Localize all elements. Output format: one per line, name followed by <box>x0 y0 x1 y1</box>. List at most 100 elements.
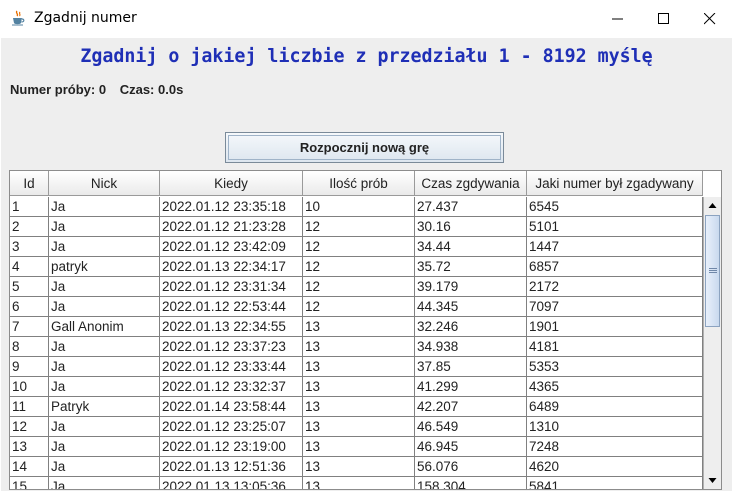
cell-time[interactable]: 46.945 <box>415 437 527 457</box>
cell-time[interactable]: 35.72 <box>415 257 527 277</box>
table-row[interactable]: 7 Gall Anonim 2022.01.13 22:34:55 13 32.246 1… <box>10 317 703 337</box>
cell-id[interactable]: 15 <box>10 477 49 489</box>
table-row[interactable]: 6 Ja 2022.01.12 22:53:44 12 44.345 7097 <box>10 297 703 317</box>
cell-id[interactable]: 10 <box>10 377 49 397</box>
table-row[interactable]: 3 Ja 2022.01.12 23:42:09 12 34.44 1447 <box>10 237 703 257</box>
cell-time[interactable]: 34.44 <box>415 237 527 257</box>
cell-attempts[interactable]: 13 <box>303 437 415 457</box>
cell-nick[interactable]: Ja <box>49 417 160 437</box>
vertical-scrollbar[interactable] <box>703 197 721 489</box>
cell-date[interactable]: 2022.01.12 23:37:23 <box>160 337 303 357</box>
cell-time[interactable]: 158.304 <box>415 477 527 489</box>
cell-time[interactable]: 44.345 <box>415 297 527 317</box>
cell-date[interactable]: 2022.01.13 12:51:36 <box>160 457 303 477</box>
close-button[interactable] <box>687 0 733 38</box>
cell-number[interactable]: 7248 <box>527 437 703 457</box>
column-header-ilosc-prob[interactable]: Ilość prób <box>303 171 415 196</box>
cell-date[interactable]: 2022.01.13 13:05:36 <box>160 477 303 489</box>
table-row[interactable]: 12 Ja 2022.01.12 23:25:07 13 46.549 1310 <box>10 417 703 437</box>
cell-nick[interactable]: Ja <box>49 217 160 237</box>
cell-attempts[interactable]: 13 <box>303 357 415 377</box>
column-header-czas[interactable]: Czas zgdywania <box>415 171 527 196</box>
cell-number[interactable]: 5353 <box>527 357 703 377</box>
table-row[interactable]: 10 Ja 2022.01.12 23:32:37 13 41.299 4365 <box>10 377 703 397</box>
cell-number[interactable]: 4365 <box>527 377 703 397</box>
column-header-kiedy[interactable]: Kiedy <box>160 171 303 196</box>
cell-nick[interactable]: Ja <box>49 437 160 457</box>
cell-attempts[interactable]: 13 <box>303 317 415 337</box>
table-row[interactable]: 2 Ja 2022.01.12 21:23:28 12 30.16 5101 <box>10 217 703 237</box>
cell-time[interactable]: 56.076 <box>415 457 527 477</box>
cell-attempts[interactable]: 12 <box>303 297 415 317</box>
cell-id[interactable]: 1 <box>10 197 49 217</box>
cell-number[interactable]: 1447 <box>527 237 703 257</box>
cell-number[interactable]: 4620 <box>527 457 703 477</box>
cell-attempts[interactable]: 13 <box>303 337 415 357</box>
cell-date[interactable]: 2022.01.12 22:53:44 <box>160 297 303 317</box>
cell-attempts[interactable]: 10 <box>303 197 415 217</box>
cell-date[interactable]: 2022.01.14 23:58:44 <box>160 397 303 417</box>
cell-time[interactable]: 27.437 <box>415 197 527 217</box>
cell-number[interactable]: 1901 <box>527 317 703 337</box>
table-row[interactable]: 15 Ja 2022.01.13 13:05:36 13 158.304 5841 <box>10 477 703 489</box>
cell-date[interactable]: 2022.01.12 21:23:28 <box>160 217 303 237</box>
cell-date[interactable]: 2022.01.12 23:31:34 <box>160 277 303 297</box>
cell-id[interactable]: 7 <box>10 317 49 337</box>
cell-nick[interactable]: Patryk <box>49 397 160 417</box>
cell-attempts[interactable]: 13 <box>303 457 415 477</box>
cell-date[interactable]: 2022.01.12 23:32:37 <box>160 377 303 397</box>
table-row[interactable]: 5 Ja 2022.01.12 23:31:34 12 39.179 2172 <box>10 277 703 297</box>
cell-attempts[interactable]: 12 <box>303 217 415 237</box>
minimize-button[interactable] <box>595 0 641 38</box>
table-row[interactable]: 9 Ja 2022.01.12 23:33:44 13 37.85 5353 <box>10 357 703 377</box>
cell-number[interactable]: 2172 <box>527 277 703 297</box>
cell-attempts[interactable]: 13 <box>303 377 415 397</box>
cell-time[interactable]: 32.246 <box>415 317 527 337</box>
cell-nick[interactable]: Ja <box>49 357 160 377</box>
cell-date[interactable]: 2022.01.12 23:35:18 <box>160 197 303 217</box>
cell-date[interactable]: 2022.01.13 22:34:17 <box>160 257 303 277</box>
table-row[interactable]: 1 Ja 2022.01.12 23:35:18 10 27.437 6545 <box>10 197 703 217</box>
table-row[interactable]: 13 Ja 2022.01.12 23:19:00 13 46.945 7248 <box>10 437 703 457</box>
cell-date[interactable]: 2022.01.12 23:19:00 <box>160 437 303 457</box>
column-header-numer[interactable]: Jaki numer był zgadywany <box>527 171 703 196</box>
cell-time[interactable]: 42.207 <box>415 397 527 417</box>
cell-nick[interactable]: Ja <box>49 457 160 477</box>
cell-number[interactable]: 6857 <box>527 257 703 277</box>
cell-number[interactable]: 7097 <box>527 297 703 317</box>
cell-id[interactable]: 8 <box>10 337 49 357</box>
cell-attempts[interactable]: 12 <box>303 277 415 297</box>
cell-id[interactable]: 2 <box>10 217 49 237</box>
cell-id[interactable]: 4 <box>10 257 49 277</box>
cell-time[interactable]: 39.179 <box>415 277 527 297</box>
cell-nick[interactable]: Ja <box>49 337 160 357</box>
cell-time[interactable]: 41.299 <box>415 377 527 397</box>
table-row[interactable]: 8 Ja 2022.01.12 23:37:23 13 34.938 4181 <box>10 337 703 357</box>
scroll-thumb[interactable] <box>705 215 720 327</box>
cell-nick[interactable]: Ja <box>49 477 160 489</box>
cell-number[interactable]: 6545 <box>527 197 703 217</box>
column-header-id[interactable]: Id <box>10 171 49 196</box>
cell-attempts[interactable]: 13 <box>303 477 415 489</box>
cell-nick[interactable]: Ja <box>49 277 160 297</box>
cell-attempts[interactable]: 12 <box>303 237 415 257</box>
cell-id[interactable]: 6 <box>10 297 49 317</box>
cell-nick[interactable]: Ja <box>49 237 160 257</box>
cell-nick[interactable]: Ja <box>49 377 160 397</box>
cell-attempts[interactable]: 12 <box>303 257 415 277</box>
cell-nick[interactable]: Gall Anonim <box>49 317 160 337</box>
cell-time[interactable]: 34.938 <box>415 337 527 357</box>
cell-id[interactable]: 3 <box>10 237 49 257</box>
cell-id[interactable]: 13 <box>10 437 49 457</box>
cell-date[interactable]: 2022.01.12 23:42:09 <box>160 237 303 257</box>
cell-date[interactable]: 2022.01.13 22:34:55 <box>160 317 303 337</box>
scroll-down-button[interactable] <box>704 472 721 489</box>
cell-id[interactable]: 11 <box>10 397 49 417</box>
table-row[interactable]: 4 patryk 2022.01.13 22:34:17 12 35.72 6857 <box>10 257 703 277</box>
cell-number[interactable]: 6489 <box>527 397 703 417</box>
maximize-button[interactable] <box>641 0 687 38</box>
cell-attempts[interactable]: 13 <box>303 397 415 417</box>
cell-id[interactable]: 14 <box>10 457 49 477</box>
cell-time[interactable]: 30.16 <box>415 217 527 237</box>
table-row[interactable]: 11 Patryk 2022.01.14 23:58:44 13 42.207 6489 <box>10 397 703 417</box>
